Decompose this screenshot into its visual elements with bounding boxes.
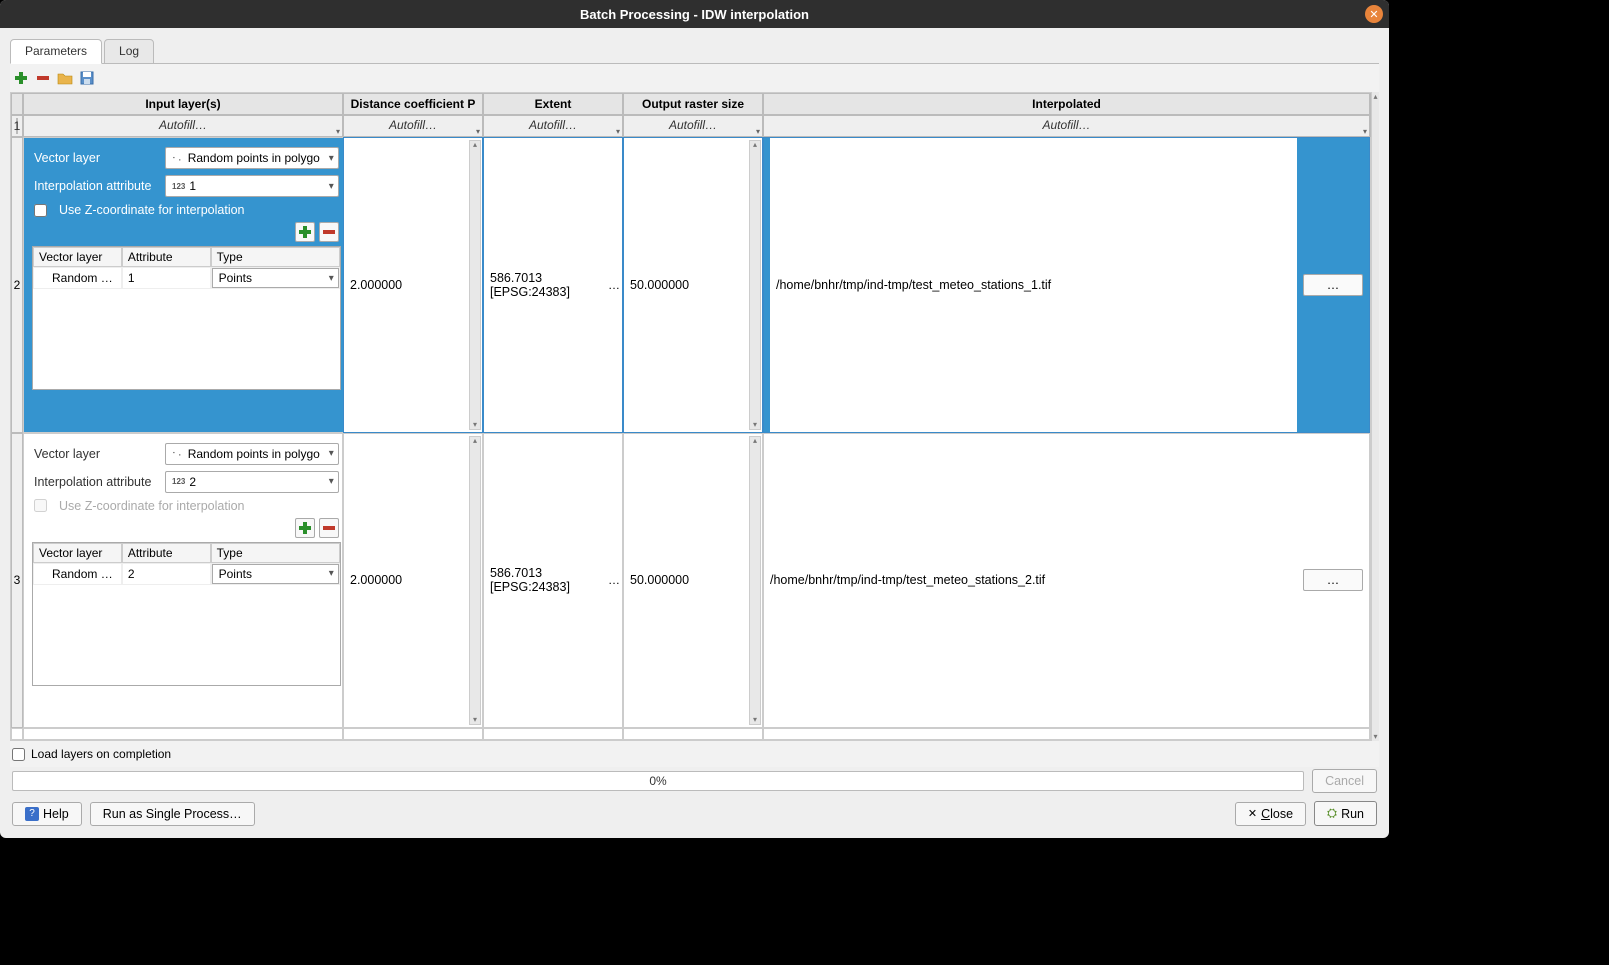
progress-bar: 0% [12,771,1304,791]
use-z-label-2: Use Z-coordinate for interpolation [59,203,245,217]
minus-icon [323,522,335,534]
grid-row-2: 2 Vector layer ⠂⠄Random points in polygo [11,137,1378,433]
subtable-2: Vector layer Attribute Type Random … 1 [32,246,341,390]
subtable-attr-3[interactable]: 2 [122,563,211,585]
minus-icon [323,226,335,238]
browse-button-3[interactable]: … [1303,569,1363,591]
run-button[interactable]: ⛭ Run [1314,801,1377,826]
autofill-extent[interactable]: Autofill…▾ [483,115,623,137]
label-interp-attr: Interpolation attribute [34,179,159,193]
subtable-attr-2[interactable]: 1 [122,267,211,289]
subtable-header-attr[interactable]: Attribute [122,247,211,267]
use-z-checkbox-2[interactable] [34,204,47,217]
cell-distance-3[interactable]: 2.000000 ▴▾ [343,433,483,729]
subtable-vector-3[interactable]: Random … [33,563,122,585]
gear-run-icon: ⛭ [1327,806,1337,821]
toolbar-open-button[interactable] [56,69,74,87]
toolbar-remove-row-button[interactable] [34,69,52,87]
toolbar [10,64,1379,92]
label-vector-layer: Vector layer [34,151,159,165]
autofill-rastersize[interactable]: Autofill…▾ [623,115,763,137]
extent-ellipsis-3[interactable]: … [608,573,620,587]
spinbox-handle-icon[interactable]: ▴▾ [749,436,761,726]
load-layers-checkbox[interactable] [12,748,25,761]
grid-header-rastersize[interactable]: Output raster size [623,93,763,115]
label-interp-attr-3: Interpolation attribute [34,475,159,489]
panel-remove-button-2[interactable] [319,222,339,242]
save-icon [80,71,94,85]
grid-autofill-rownum: 1 [11,115,23,137]
subtable-type-3[interactable]: Points [211,563,340,585]
use-z-checkbox-3 [34,499,47,512]
toolbar-add-row-button[interactable] [12,69,30,87]
panel-add-button-3[interactable] [295,518,315,538]
plus-icon [299,522,311,534]
cell-interpolated-2[interactable]: /home/bnhr/tmp/ind-tmp/test_meteo_statio… [763,137,1370,433]
vector-layer-combo-3[interactable]: ⠂⠄Random points in polygo [165,443,339,465]
cancel-button: Cancel [1312,769,1377,793]
close-icon: ✕ [1369,8,1378,21]
tab-strip: Parameters Log [10,38,1379,64]
tab-parameters[interactable]: Parameters [10,39,102,64]
subtable-header-vector-3[interactable]: Vector layer [33,543,122,563]
autofill-distance[interactable]: Autofill…▾ [343,115,483,137]
cell-distance-2[interactable]: 2.000000 ▴▾ [343,137,483,433]
interp-attr-combo-3[interactable]: 123 2 [165,471,339,493]
cell-input-layers-2[interactable]: Vector layer ⠂⠄Random points in polygo I… [23,137,343,433]
spinbox-handle-icon[interactable]: ▴▾ [749,140,761,430]
cell-extent-3[interactable]: 586.7013 [EPSG:24383] … [483,433,623,729]
subtable-header-vector[interactable]: Vector layer [33,247,122,267]
subtable-header-type[interactable]: Type [211,247,340,267]
tab-log[interactable]: Log [104,39,154,64]
plus-icon [14,71,28,85]
run-single-process-button[interactable]: Run as Single Process… [90,802,255,826]
close-button[interactable]: ✕ Close [1235,802,1306,826]
vertical-scrollbar[interactable]: ▴▾ [1371,92,1379,741]
use-z-label-3: Use Z-coordinate for interpolation [59,499,245,513]
spinbox-handle-icon[interactable]: ▴▾ [469,140,481,430]
subtable-header-attr-3[interactable]: Attribute [122,543,211,563]
titlebar: Batch Processing - IDW interpolation ✕ [0,0,1389,28]
subtable-type-2[interactable]: Points [211,267,340,289]
x-icon: ✕ [1248,807,1257,820]
label-vector-layer-3: Vector layer [34,447,159,461]
grid-header-interpolated[interactable]: Interpolated [763,93,1370,115]
help-button[interactable]: ? Help [12,802,82,826]
subtable-vector-2[interactable]: Random … [33,267,122,289]
grid-header-rownum [11,93,23,115]
toolbar-save-button[interactable] [78,69,96,87]
grid-header-distance[interactable]: Distance coefficient P [343,93,483,115]
cell-extent-2[interactable]: 586.7013 [EPSG:24383] … [483,137,623,433]
interp-attr-combo-2[interactable]: 123 1 [165,175,339,197]
grid-header: Input layer(s) Distance coefficient P Ex… [11,93,1378,115]
grid-tail-row [11,728,1378,740]
cell-rastersize-2[interactable]: 50.000000 ▴▾ [623,137,763,433]
cell-rastersize-3[interactable]: 50.000000 ▴▾ [623,433,763,729]
plus-icon [299,226,311,238]
grid-rownum-2[interactable]: 2 [11,137,23,433]
grid-row-3: 3 Vector layer ⠂⠄Random points in polygo [11,433,1378,729]
cell-interpolated-3[interactable]: /home/bnhr/tmp/ind-tmp/test_meteo_statio… [763,433,1370,729]
autofill-interpolated[interactable]: Autofill…▾ [763,115,1370,137]
help-icon: ? [25,807,39,821]
extent-ellipsis-2[interactable]: … [608,278,620,292]
cell-input-layers-3[interactable]: Vector layer ⠂⠄Random points in polygo I… [23,433,343,729]
grid-header-extent[interactable]: Extent [483,93,623,115]
subtable-3: Vector layer Attribute Type Random … 2 [32,542,341,686]
load-layers-label: Load layers on completion [31,747,171,761]
minus-icon [36,71,50,85]
vector-layer-combo-2[interactable]: ⠂⠄Random points in polygo [165,147,339,169]
grid-header-input-layers[interactable]: Input layer(s) [23,93,343,115]
window-close-button[interactable]: ✕ [1365,5,1383,23]
folder-icon [57,71,73,85]
window-title: Batch Processing - IDW interpolation [580,7,809,22]
subtable-header-type-3[interactable]: Type [211,543,340,563]
panel-add-button-2[interactable] [295,222,315,242]
panel-remove-button-3[interactable] [319,518,339,538]
spinbox-handle-icon[interactable]: ▴▾ [469,436,481,726]
grid-rownum-3[interactable]: 3 [11,433,23,729]
grid-autofill-row: 1 Autofill…▾ Autofill…▾ Autofill…▾ Autof… [11,115,1378,137]
autofill-input[interactable]: Autofill…▾ [23,115,343,137]
browse-button-2[interactable]: … [1303,274,1363,296]
